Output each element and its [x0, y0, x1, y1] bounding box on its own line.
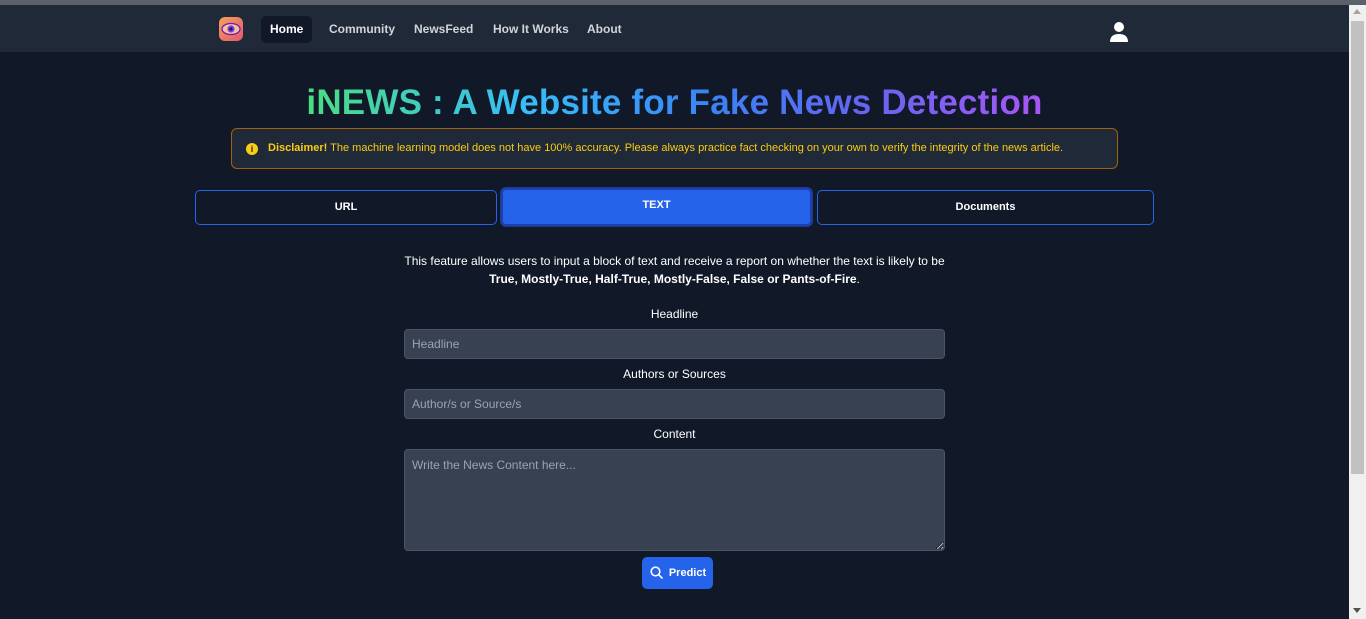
nav-how-it-works[interactable]: How It Works [484, 16, 578, 43]
scrollbar-thumb[interactable] [1351, 21, 1364, 474]
nav-about[interactable]: About [578, 16, 631, 43]
scrollbar[interactable] [1349, 5, 1366, 619]
headline-label: Headline [650, 307, 699, 321]
disclaimer-strong: Disclaimer! [268, 142, 328, 154]
scroll-down-arrow-icon[interactable] [1353, 608, 1361, 613]
predict-label: Predict [668, 567, 707, 579]
info-icon [246, 143, 258, 155]
nav-community[interactable]: Community [320, 16, 404, 43]
authors-label: Authors or Sources [623, 367, 726, 381]
navbar: Home Community NewsFeed How It Works Abo… [0, 5, 1349, 52]
scroll-up-arrow-icon[interactable] [1353, 9, 1361, 14]
eye-logo-icon[interactable] [219, 17, 243, 41]
tab-documents[interactable]: Documents [817, 190, 1154, 225]
tab-url[interactable]: URL [195, 190, 497, 225]
search-icon [650, 566, 663, 579]
description-period: . [856, 272, 860, 286]
disclaimer-alert: Disclaimer! The machine learning model d… [231, 128, 1118, 169]
disclaimer-text: The machine learning model does not have… [327, 142, 1064, 154]
description-line-1: This feature allows users to input a blo… [404, 254, 945, 268]
headline-input[interactable] [404, 329, 945, 359]
nav-home[interactable]: Home [261, 16, 313, 43]
user-icon[interactable] [1109, 21, 1129, 43]
description-ratings: True, Mostly-True, Half-True, Mostly-Fal… [489, 272, 857, 286]
feature-description: This feature allows users to input a blo… [0, 252, 1349, 288]
tab-text[interactable]: TEXT [501, 188, 812, 226]
content-label: Content [653, 427, 696, 441]
predict-button[interactable]: Predict [642, 557, 713, 589]
page-title: iNEWS : A Website for Fake News Detectio… [306, 83, 1043, 122]
nav-newsfeed[interactable]: NewsFeed [405, 16, 482, 43]
authors-input[interactable] [404, 389, 945, 419]
content-textarea[interactable] [404, 449, 945, 551]
